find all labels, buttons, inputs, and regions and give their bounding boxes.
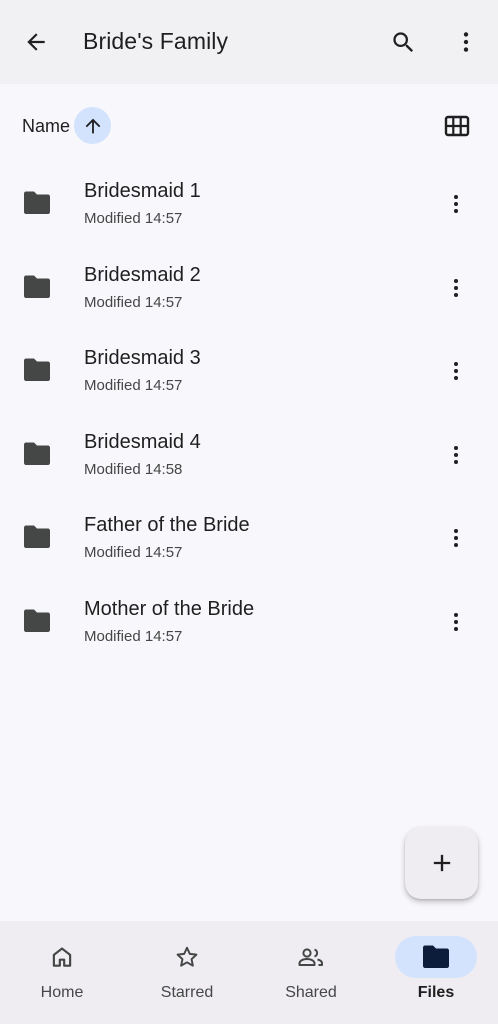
item-more-button[interactable] bbox=[436, 351, 476, 391]
list-item[interactable]: Bridesmaid 4 Modified 14:58 bbox=[0, 413, 498, 497]
create-new-button[interactable] bbox=[405, 827, 478, 899]
item-name: Father of the Bride bbox=[84, 514, 250, 537]
arrow-upward-icon bbox=[85, 118, 100, 133]
search-button[interactable] bbox=[383, 22, 423, 62]
more-vert-icon bbox=[454, 529, 458, 548]
sort-direction-button[interactable] bbox=[74, 107, 111, 144]
folder-icon bbox=[24, 609, 50, 632]
item-modified: Modified 14:57 bbox=[84, 210, 183, 227]
folder-icon bbox=[24, 525, 50, 549]
item-more-button[interactable] bbox=[436, 435, 476, 475]
more-vert-icon bbox=[463, 32, 469, 52]
sort-label[interactable]: Name bbox=[22, 116, 70, 137]
search-icon bbox=[392, 31, 413, 52]
list-item[interactable]: Bridesmaid 1 Modified 14:57 bbox=[0, 162, 498, 246]
file-list: Bridesmaid 1 Modified 14:57 Bridesmaid 2… bbox=[0, 162, 498, 664]
item-modified: Modified 14:57 bbox=[84, 377, 183, 395]
more-vert-icon bbox=[454, 362, 458, 381]
nav-starred-indicator bbox=[146, 936, 228, 978]
more-vert-icon bbox=[454, 612, 458, 631]
nav-shared[interactable]: Shared bbox=[249, 921, 373, 1024]
nav-shared-indicator bbox=[270, 936, 352, 978]
nav-label: Shared bbox=[285, 984, 337, 1001]
list-item[interactable]: Mother of the Bride Modified 14:57 bbox=[0, 580, 498, 664]
back-button[interactable] bbox=[16, 22, 56, 62]
item-name: Bridesmaid 4 bbox=[84, 430, 201, 453]
item-name: Bridesmaid 3 bbox=[84, 347, 201, 370]
item-modified: Modified 14:57 bbox=[84, 544, 183, 562]
more-options-button[interactable] bbox=[446, 22, 486, 62]
nav-files-indicator bbox=[395, 936, 477, 978]
page-title: Bride's Family bbox=[83, 28, 229, 54]
item-more-button[interactable] bbox=[436, 268, 476, 308]
add-icon bbox=[433, 854, 450, 872]
people-icon bbox=[298, 948, 323, 966]
sort-bar: Name bbox=[0, 104, 498, 148]
item-name: Bridesmaid 1 bbox=[84, 180, 201, 202]
folder-icon bbox=[24, 275, 50, 298]
item-modified: Modified 14:57 bbox=[84, 627, 183, 645]
item-modified: Modified 14:57 bbox=[84, 293, 183, 311]
home-icon bbox=[52, 947, 72, 967]
folder-icon bbox=[24, 358, 50, 382]
more-vert-icon bbox=[454, 195, 458, 213]
list-item[interactable]: Father of the Bride Modified 14:57 bbox=[0, 496, 498, 580]
item-name: Mother of the Bride bbox=[84, 597, 255, 620]
arrow-back-icon bbox=[27, 33, 45, 51]
grid-view-button[interactable] bbox=[440, 110, 474, 142]
grid-view-icon bbox=[444, 115, 470, 137]
bottom-navigation: Home Starred Shared Files bbox=[0, 921, 498, 1024]
folder-icon bbox=[423, 945, 449, 968]
item-name: Bridesmaid 2 bbox=[84, 263, 201, 286]
item-more-button[interactable] bbox=[436, 184, 476, 224]
item-more-button[interactable] bbox=[436, 602, 476, 642]
item-modified: Modified 14:58 bbox=[84, 460, 183, 478]
nav-starred[interactable]: Starred bbox=[125, 921, 249, 1024]
list-item[interactable]: Bridesmaid 2 Modified 14:57 bbox=[0, 246, 498, 330]
list-item[interactable]: Bridesmaid 3 Modified 14:57 bbox=[0, 329, 498, 413]
more-vert-icon bbox=[454, 445, 458, 464]
folder-icon bbox=[24, 442, 50, 465]
more-vert-icon bbox=[454, 278, 458, 297]
nav-home[interactable]: Home bbox=[0, 921, 124, 1024]
nav-label: Files bbox=[417, 984, 455, 1001]
star-icon bbox=[176, 946, 198, 967]
nav-label: Home bbox=[40, 984, 84, 1001]
folder-icon bbox=[24, 191, 50, 214]
nav-home-indicator bbox=[21, 936, 103, 978]
nav-label: Starred bbox=[160, 984, 214, 1001]
item-more-button[interactable] bbox=[436, 518, 476, 558]
top-app-bar: Bride's Family bbox=[0, 0, 498, 84]
nav-files[interactable]: Files bbox=[374, 921, 498, 1024]
